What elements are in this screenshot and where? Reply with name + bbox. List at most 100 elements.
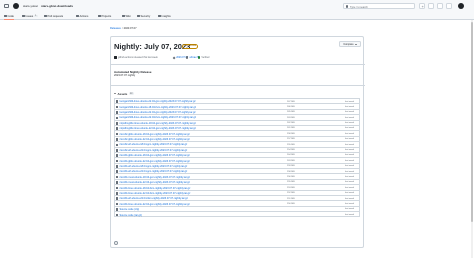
asset-list: loongarch64-linux-ubuntu-22.04-gcc-night… (114, 98, 360, 217)
tab-issues[interactable]: Issues 1 (22, 14, 38, 19)
pull-requests-icon[interactable] (437, 3, 443, 9)
asset-date: last week (345, 105, 355, 108)
scrollbar[interactable] (471, 20, 473, 258)
book-icon (122, 14, 125, 18)
author-text: github-actions released this last week (118, 56, 158, 60)
menu-icon[interactable] (4, 4, 9, 8)
graph-icon (158, 14, 161, 18)
assets-label: Assets (117, 91, 128, 96)
asset-size: 263 MB (287, 116, 295, 119)
asset-size: 258 MB (287, 132, 295, 135)
asset-size: 266 MB (287, 105, 295, 108)
asset-size: 265 MB (287, 111, 295, 114)
asset-size: 258 MB (287, 170, 295, 173)
asset-size: 264 MB (287, 154, 295, 157)
asset-row: Source code (tar.gz) last week (114, 211, 360, 217)
smiley-icon[interactable] (114, 241, 118, 245)
commit-icon (186, 56, 189, 59)
asset-date: last week (345, 127, 355, 130)
assets-count: 22 (128, 92, 134, 95)
asset-size: 259 MB (287, 165, 295, 168)
prerelease-badge: Pre-release (182, 44, 199, 49)
chevron-down-icon (354, 43, 357, 45)
asset-size: 253 MB (287, 186, 295, 189)
search-placeholder: Type / to search (350, 5, 368, 9)
asset-size: 255 MB (287, 143, 295, 146)
tab-actions[interactable]: Actions (76, 14, 88, 19)
release-title[interactable]: Nightly: July 07, 2023 (114, 42, 190, 51)
table-icon (98, 14, 101, 18)
asset-date: last week (345, 213, 355, 216)
asset-date: last week (345, 122, 355, 125)
issues-count: 1 (34, 15, 38, 17)
inbox-icon[interactable] (446, 3, 452, 9)
divider (111, 85, 365, 86)
tab-projects[interactable]: Projects (98, 14, 111, 19)
asset-date: last week (345, 132, 355, 135)
asset-date: last week (345, 143, 355, 146)
author-avatar[interactable] (114, 56, 117, 59)
asset-date: last week (345, 197, 355, 200)
code-icon (4, 14, 7, 18)
play-icon (76, 14, 79, 18)
asset-size: 251 MB (287, 197, 295, 200)
asset-date: last week (345, 165, 355, 168)
asset-size: 256 MB (287, 175, 295, 178)
pr-icon (44, 14, 47, 18)
tab-code[interactable]: Code (4, 14, 14, 20)
repo-tabs: Code Issues 1 Pull requests Actions Proj… (0, 12, 474, 20)
assets-toggle[interactable]: Assets 22 (114, 91, 134, 96)
asset-size: 267 MB (287, 100, 295, 103)
shield-icon (137, 14, 140, 18)
verified-icon (198, 56, 201, 59)
asset-date: last week (345, 181, 355, 184)
asset-date: last week (345, 208, 355, 211)
asset-size: 250 MB (287, 202, 295, 205)
tab-wiki[interactable]: Wiki (122, 14, 131, 19)
asset-date: last week (345, 111, 355, 114)
asset-date: last week (345, 202, 355, 205)
asset-date: last week (345, 159, 355, 162)
breadcrumb-current: 2023.07.07 (123, 27, 137, 30)
top-bar: stars-yoloe / stars-gbnc-downloads Type … (0, 0, 474, 12)
scrollbar-thumb[interactable] (471, 22, 473, 222)
asset-size: 257 MB (287, 138, 295, 141)
issues-icon[interactable] (428, 3, 434, 9)
file-zip-icon (116, 213, 119, 217)
tag-icon (172, 56, 176, 60)
tab-pull-requests[interactable]: Pull requests (44, 14, 63, 19)
search-icon (345, 5, 348, 8)
asset-size: 252 MB (287, 192, 295, 195)
release-meta: github-actions released this last week 2… (114, 55, 362, 60)
asset-date: last week (345, 186, 355, 189)
asset-size: 254 MB (287, 149, 295, 152)
asset-link[interactable]: Source code (tar.gz) (120, 214, 143, 217)
asset-date: last week (345, 116, 355, 119)
tab-security[interactable]: Security (137, 14, 150, 19)
repo-owner-link[interactable]: stars-yoloe (23, 4, 38, 8)
avatar[interactable] (458, 3, 464, 9)
repo-separator: / (37, 4, 38, 8)
asset-date: last week (345, 138, 355, 141)
asset-size: 263 MB (287, 159, 295, 162)
divider (111, 64, 365, 65)
caret-down-icon (114, 93, 116, 94)
repo-name-link[interactable]: stars-gbnc-downloads (41, 4, 73, 8)
asset-size: 261 MB (287, 127, 295, 130)
tab-insights[interactable]: Insights (158, 14, 171, 19)
search-input[interactable]: Type / to search (343, 3, 415, 9)
plus-icon[interactable] (419, 3, 425, 9)
verified-badge[interactable]: Verified (198, 56, 209, 59)
compare-button[interactable]: Compare (339, 41, 361, 47)
breadcrumb: Releases/2023.07.07 (110, 27, 137, 30)
asset-date: last week (345, 175, 355, 178)
release-card: Nightly: July 07, 2023 Pre-release Compa… (110, 36, 365, 248)
asset-date: last week (345, 192, 355, 195)
breadcrumb-releases-link[interactable]: Releases (110, 27, 121, 30)
github-logo-icon[interactable] (13, 3, 19, 9)
asset-date: last week (345, 149, 355, 152)
release-description-sub: 2023.07.07 nightly (114, 73, 136, 77)
asset-date: last week (345, 100, 355, 103)
asset-date: last week (345, 154, 355, 157)
asset-size: 255 MB (287, 181, 295, 184)
